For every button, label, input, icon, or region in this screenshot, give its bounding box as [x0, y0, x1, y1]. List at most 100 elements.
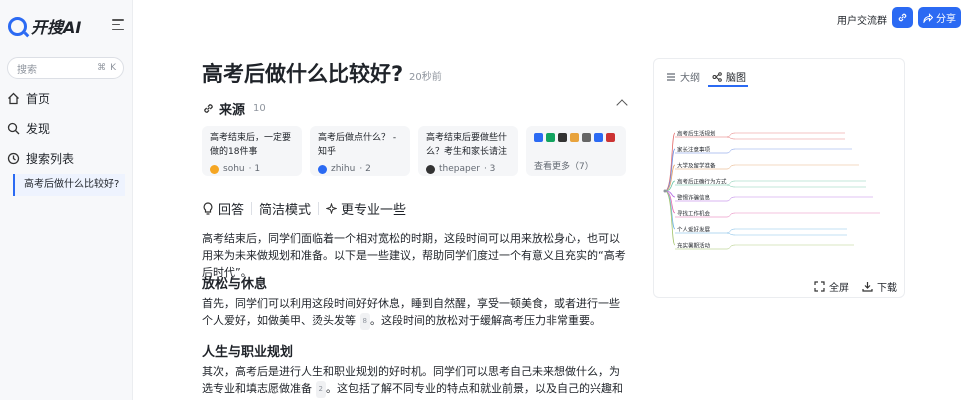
source-index: · 2: [359, 164, 371, 174]
download-icon: [862, 282, 873, 292]
citation-badge[interactable]: 8: [359, 312, 370, 330]
share-label: 分享: [936, 14, 956, 25]
logo-icon: [8, 16, 27, 36]
mindmap-leaf-branch: [726, 232, 736, 236]
discover-icon: [7, 122, 20, 135]
section-paragraph: 其次，高考后是进行人生和职业规划的好时机。同学们可以思考自己未来想做什么，为选专…: [202, 363, 630, 400]
mindmap-leaf-branch: [726, 184, 736, 188]
source-index: · 3: [483, 164, 496, 174]
favicon-icon: [582, 133, 591, 142]
share-icon: [923, 12, 933, 23]
sidebar-item-search-list[interactable]: 搜索列表: [7, 150, 74, 167]
source-card[interactable]: 高考结束后要做些什么？考生和家长请注意… thepaper · 3: [418, 126, 518, 176]
link-icon: [898, 13, 907, 22]
download-button[interactable]: 下载: [862, 279, 897, 294]
mindmap-icon: [712, 71, 722, 82]
more-sources-label: 查看更多（7）: [534, 162, 594, 172]
sidebar: 开搜AI 搜索 ⌘ K 首页 发现 搜索列表 高考后做什么比较好?: [0, 0, 133, 400]
mindmap-node[interactable]: 高考后生活规划: [677, 130, 716, 138]
mindmap-leaf-branch: [726, 180, 736, 186]
zhihu-favicon-icon: [318, 164, 327, 174]
sparkle-icon: [326, 203, 338, 214]
sources-label: 来源: [219, 103, 246, 118]
bulb-icon: [203, 202, 213, 215]
fullscreen-icon: [814, 281, 825, 292]
list-icon: [667, 72, 675, 81]
app-logo[interactable]: 开搜AI: [8, 14, 81, 38]
mindmap-leaf-branch: [726, 132, 736, 138]
sidebar-item-label: 发现: [26, 122, 51, 136]
sidebar-history-item[interactable]: 高考后做什么比较好?: [13, 174, 125, 196]
copy-link-button[interactable]: [892, 7, 913, 28]
search-placeholder: 搜索: [17, 64, 37, 76]
favicon-icon: [594, 133, 603, 142]
share-button[interactable]: 分享: [918, 7, 961, 28]
sidebar-item-label: 首页: [26, 92, 51, 106]
source-site: thepaper: [439, 164, 480, 174]
favicon-icon: [558, 133, 567, 142]
search-input[interactable]: 搜索 ⌘ K: [7, 57, 124, 79]
favicon-icon: [534, 133, 543, 142]
favicon-icon: [546, 133, 555, 142]
mindmap-leaf-branch: [726, 196, 736, 202]
mindmap-node[interactable]: 高考后正确行为方式: [677, 178, 727, 186]
fullscreen-button[interactable]: 全屏: [814, 279, 849, 294]
tab-professional[interactable]: 更专业一些: [319, 199, 413, 218]
sidebar-item-label: 搜索列表: [26, 152, 75, 166]
mindmap-node[interactable]: 充实暑期活动: [677, 242, 711, 250]
favicon-icon: [570, 133, 579, 142]
sidebar-item-discover[interactable]: 发现: [7, 120, 50, 137]
mindmap-node[interactable]: 家长注意事项: [677, 146, 711, 154]
favicon-icon: [606, 133, 615, 142]
tab-concise[interactable]: 简洁模式: [252, 199, 318, 218]
source-site: sohu: [223, 164, 245, 174]
source-favicons: [534, 133, 618, 142]
citation-badge[interactable]: 2: [315, 380, 326, 398]
mindmap-node[interactable]: 个人爱好发展: [677, 226, 711, 234]
mindmap-leaf-branch: [726, 244, 736, 250]
source-index: · 1: [248, 164, 261, 174]
mindmap-leaf-branch: [726, 136, 736, 140]
timestamp: 20秒前: [409, 72, 442, 83]
mindmap-leaf-branch: [726, 228, 736, 234]
thepaper-favicon-icon: [426, 164, 435, 174]
answer-mode-tabs: 回答 简洁模式 更专业一些: [202, 199, 413, 218]
mindmap-node[interactable]: 大学及留学准备: [677, 162, 716, 170]
section-heading: 放松与休息: [202, 277, 268, 292]
section-paragraph: 首先，同学们可以利用这段时间好好休息，睡到自然醒，享受一顿美食，或者进行一些个人…: [202, 295, 630, 330]
more-sources-card[interactable]: 查看更多（7）: [526, 126, 626, 176]
source-title: 高考结束后要做些什么？考生和家长请注意…: [426, 133, 508, 157]
logo-text: 开搜AI: [31, 18, 82, 37]
mindmap-node[interactable]: 寻找工作机会: [677, 210, 711, 218]
collapse-chevron-icon[interactable]: [616, 99, 628, 111]
mindmap-diagram[interactable]: 高考后生活规划家长注意事项大学及留学准备高考后正确行为方式警惕诈骗信息寻找工作机…: [659, 119, 903, 269]
shortcut-cmd: ⌘: [97, 63, 107, 73]
source-title: 高考后做点什么？ - 知乎: [318, 133, 397, 157]
mindmap-leaf-branch: [726, 148, 736, 154]
tab-mindmap[interactable]: 脑图: [712, 69, 746, 84]
sidebar-item-home[interactable]: 首页: [7, 90, 50, 107]
sidebar-toggle-icon[interactable]: [112, 19, 124, 30]
mindmap-leaf-branch: [726, 212, 736, 218]
source-card[interactable]: 高考后做点什么？ - 知乎 zhihu · 2: [310, 126, 410, 176]
source-site: zhihu: [331, 164, 356, 174]
tab-outline[interactable]: 大纲: [666, 69, 700, 84]
source-card[interactable]: 高考结束后，一定要做的18件事 sohu · 1: [202, 126, 302, 176]
mindmap-root: [663, 189, 667, 193]
mindmap-panel: 大纲 脑图 高考后生活规划 家长注意事项 大学及留学准备高考后正确行为方式 警惕诈骗信…: [653, 58, 905, 298]
history-icon: [7, 152, 20, 165]
mindmap-leaf-branch: [726, 164, 736, 170]
source-title: 高考结束后，一定要做的18件事: [210, 133, 292, 157]
section-heading: 人生与职业规划: [202, 345, 294, 360]
tab-answer[interactable]: 回答: [202, 199, 251, 218]
sources-count: 10: [253, 103, 266, 114]
active-tab-indicator: [708, 85, 748, 87]
link-icon: [204, 104, 213, 113]
home-icon: [8, 92, 19, 105]
shortcut-k: K: [110, 63, 116, 73]
page-title: 高考后做什么比较好?: [202, 62, 404, 86]
sources-header: 来源 10: [202, 99, 266, 118]
user-group-link[interactable]: 用户交流群: [837, 12, 887, 27]
mindmap-node[interactable]: 警惕诈骗信息: [677, 194, 711, 202]
sohu-favicon-icon: [210, 164, 219, 174]
